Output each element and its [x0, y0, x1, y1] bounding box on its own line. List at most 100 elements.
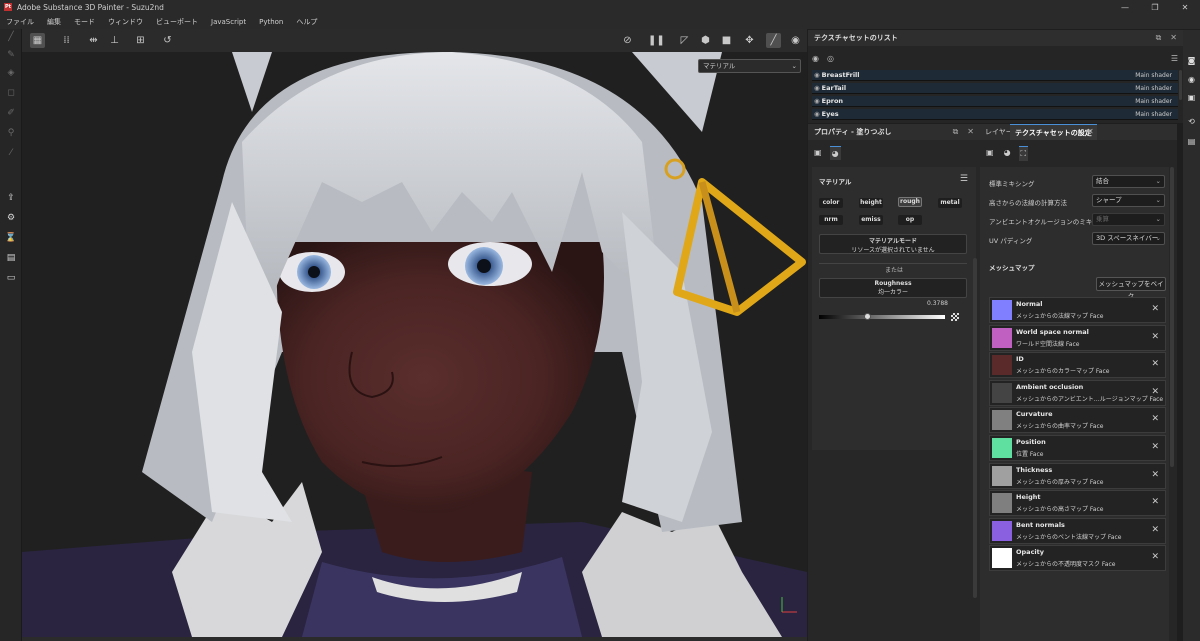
normal-from-height-dropdown[interactable]: シャープ ⌄ — [1092, 194, 1165, 207]
properties-scrollbar[interactable] — [973, 258, 977, 598]
texture-set-icon[interactable]: ▣ — [1186, 92, 1197, 103]
projection-icon[interactable]: ◈ — [5, 67, 17, 79]
slider-handle[interactable] — [864, 313, 872, 320]
mesh-map-row[interactable]: Normal メッシュからの法線マップ Face ✕ — [989, 297, 1166, 323]
selection-mode-icon[interactable]: ◸ — [677, 33, 692, 48]
settings-scrollbar[interactable] — [1170, 167, 1174, 467]
pause-icon[interactable]: ❚❚ — [648, 33, 665, 48]
roughness-source-button[interactable]: Roughness 均一カラー — [819, 278, 967, 298]
mesh-map-row[interactable]: Opacity メッシュからの不透明度マスク Face ✕ — [989, 545, 1166, 572]
3d-viewport[interactable]: マテリアル ⌄ — [22, 52, 807, 637]
shader-sphere-icon[interactable]: ◕ — [1002, 146, 1013, 161]
texture-set-row[interactable]: ◉ EarTail Main shader — [812, 83, 1178, 94]
eye-icon[interactable]: ◉ — [814, 97, 820, 105]
remove-map-icon[interactable]: ✕ — [1151, 442, 1159, 452]
remove-map-icon[interactable]: ✕ — [1151, 525, 1159, 535]
float-panel-icon[interactable]: ⧉ — [1156, 33, 1162, 43]
frame-icon[interactable]: ⊞ — [133, 33, 148, 48]
brush-icon[interactable]: ╱ — [766, 33, 781, 48]
ambient-occlusion-map-thumbnail[interactable] — [992, 382, 1012, 403]
height-map-thumbnail[interactable] — [992, 493, 1012, 514]
smudge-icon[interactable]: ✐ — [5, 107, 17, 119]
float-panel-icon[interactable]: ⧉ — [953, 127, 959, 137]
material-view-dropdown[interactable]: マテリアル ⌄ — [698, 59, 801, 73]
bake-mesh-maps-button[interactable]: メッシュマップをベイク — [1096, 277, 1166, 300]
channel-rough[interactable]: rough — [898, 197, 922, 207]
menu-window[interactable]: ウィンドウ — [108, 17, 143, 27]
curvature-map-thumbnail[interactable] — [992, 410, 1012, 431]
shader-label[interactable]: Main shader — [1135, 85, 1172, 92]
visibility-settings-icon[interactable]: ◉ — [812, 54, 819, 63]
normal-mixing-dropdown[interactable]: 結合 ⌄ — [1092, 175, 1165, 188]
menu-edit[interactable]: 編集 — [47, 17, 61, 27]
settings-menu-icon[interactable]: ☰ — [960, 174, 968, 184]
close-panel-icon[interactable]: ✕ — [1170, 33, 1177, 43]
opacity-map-thumbnail[interactable] — [992, 548, 1012, 569]
remove-map-icon[interactable]: ✕ — [1151, 332, 1159, 342]
minimize-icon[interactable]: — — [1110, 0, 1140, 14]
close-panel-icon[interactable]: ✕ — [967, 127, 974, 137]
3d-object-icon[interactable]: ⬢ — [698, 33, 713, 48]
texture-set-row[interactable]: ◉ BreastFrill Main shader — [812, 70, 1178, 81]
menu-mode[interactable]: モード — [74, 17, 95, 27]
material-mode-button[interactable]: マテリアルモード リソースが選択されていません — [819, 234, 967, 254]
channel-op[interactable]: op — [898, 215, 922, 225]
export-icon[interactable]: ⇪ — [5, 192, 17, 204]
paint-mode-icon[interactable]: ✥ — [742, 33, 757, 48]
screenshot-icon[interactable]: ◉ — [788, 33, 803, 48]
channel-nrm[interactable]: nrm — [819, 215, 843, 225]
mesh-map-row[interactable]: Height メッシュからの高さマップ Face ✕ — [989, 490, 1166, 517]
remove-map-icon[interactable]: ✕ — [1151, 552, 1159, 562]
id-map-thumbnail[interactable] — [992, 355, 1012, 376]
grid-options-icon[interactable]: ⁞⁞ — [59, 33, 74, 48]
reset-camera-icon[interactable]: ↺ — [160, 33, 175, 48]
history-icon[interactable]: ⌛ — [5, 232, 17, 244]
shader-label[interactable]: Main shader — [1135, 98, 1172, 105]
texture-set-icon[interactable]: ▣ — [984, 146, 996, 161]
document-icon[interactable]: ▤ — [5, 252, 17, 264]
channel-height[interactable]: height — [859, 198, 883, 208]
remove-map-icon[interactable]: ✕ — [1151, 470, 1159, 480]
geometry-mask-icon[interactable]: ◻ — [5, 87, 17, 99]
roughness-slider[interactable] — [819, 313, 945, 320]
uv-icon[interactable]: ⛶ — [1018, 146, 1029, 161]
position-map-thumbnail[interactable] — [992, 438, 1012, 458]
grid-view-icon[interactable]: ▦ — [30, 33, 45, 48]
restore-icon[interactable]: ❐ — [1140, 0, 1170, 14]
history-icon[interactable]: ⟲ — [1186, 116, 1197, 127]
menu-file[interactable]: ファイル — [6, 17, 34, 27]
texture-set-row[interactable]: ◉ Eyes Main shader — [812, 109, 1178, 120]
thickness-map-thumbnail[interactable] — [992, 465, 1012, 486]
bent-normals-map-thumbnail[interactable] — [992, 520, 1012, 541]
remove-map-icon[interactable]: ✕ — [1151, 387, 1159, 397]
texture-picker-icon[interactable] — [951, 313, 959, 321]
tab-texture-set-settings[interactable]: テクスチャセットの設定 — [1010, 124, 1097, 140]
bake-icon[interactable]: ⚙ — [5, 212, 17, 224]
display-settings-icon[interactable]: ◙ — [1186, 55, 1197, 66]
remove-map-icon[interactable]: ✕ — [1151, 359, 1159, 369]
texture-set-scrollbar[interactable] — [1179, 70, 1182, 100]
mesh-map-row[interactable]: Ambient occlusion メッシュからのアンビエント…ルージョンマップ … — [989, 379, 1166, 406]
list-menu-icon[interactable]: ☰ — [1171, 54, 1178, 63]
eye-icon[interactable]: ◉ — [814, 84, 820, 92]
channel-emiss[interactable]: emiss — [859, 215, 883, 225]
eye-icon[interactable]: ◉ — [814, 110, 820, 118]
log-icon[interactable]: ▤ — [1186, 136, 1197, 147]
close-icon[interactable]: ✕ — [1170, 0, 1200, 14]
mesh-map-row[interactable]: Position 位置 Face ✕ — [989, 435, 1166, 461]
eye-icon[interactable]: ◉ — [814, 71, 820, 79]
layer-properties-icon[interactable]: ▣ — [812, 146, 824, 160]
clone-stamp-icon[interactable]: ⚲ — [5, 127, 17, 139]
shader-settings-icon[interactable]: ◉ — [1186, 74, 1197, 85]
material-sphere-icon[interactable]: ◕ — [829, 146, 841, 160]
color-picker-icon[interactable]: ⁄ — [5, 147, 17, 159]
channel-color[interactable]: color — [819, 198, 843, 208]
eraser-icon[interactable]: ✎ — [5, 49, 17, 61]
camera-icon[interactable]: ■ — [719, 33, 734, 48]
menu-javascript[interactable]: JavaScript — [211, 18, 246, 26]
remove-map-icon[interactable]: ✕ — [1151, 304, 1159, 314]
mesh-map-row[interactable]: Thickness メッシュからの厚みマップ Face ✕ — [989, 462, 1166, 489]
mesh-map-row[interactable]: World space normal ワールド空間法線 Face ✕ — [989, 324, 1166, 351]
menu-help[interactable]: ヘルプ — [296, 17, 317, 27]
close-tab-icon[interactable]: ✕ — [1087, 127, 1094, 136]
